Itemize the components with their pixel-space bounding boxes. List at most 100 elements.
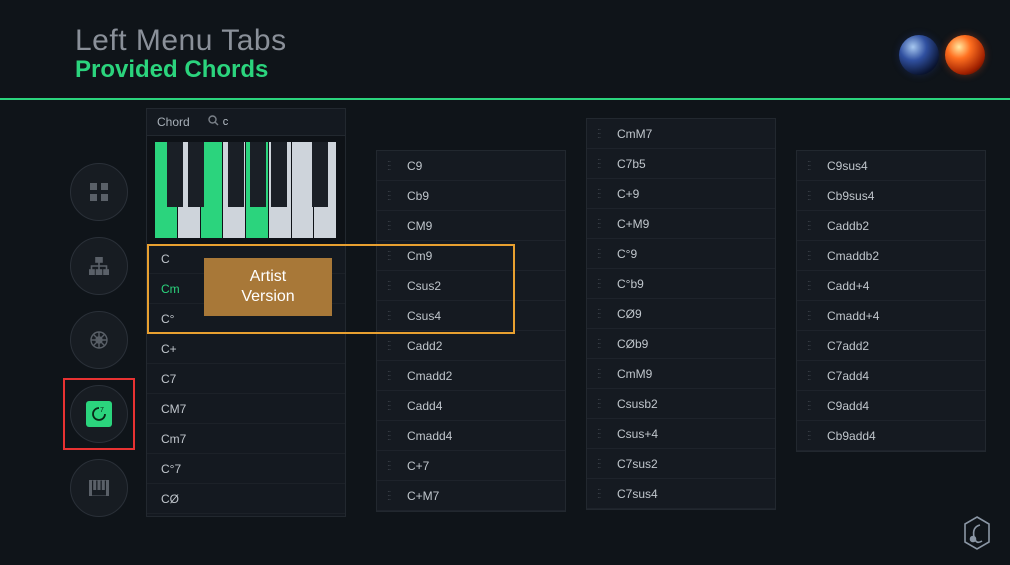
chord-item[interactable]: ······ Cmadd4 xyxy=(377,421,565,451)
chord-item[interactable]: ······CmM7 xyxy=(587,119,775,149)
chord-item[interactable]: ······C+7 xyxy=(377,451,565,481)
chord-label: C+M9 xyxy=(617,217,649,231)
chord-item[interactable]: CØ xyxy=(147,484,345,514)
chord-item[interactable]: ······Cmadd2 xyxy=(377,361,565,391)
drag-grip-icon: ······ xyxy=(807,190,817,202)
drag-grip-icon: ······ xyxy=(597,248,607,260)
piano-icon xyxy=(89,480,109,496)
chord-item[interactable]: ······Csus+4 xyxy=(587,419,775,449)
drag-grip-icon: ······ xyxy=(807,430,817,442)
left-icon-sidebar: 7 xyxy=(70,108,128,517)
chord-item[interactable]: ······Csus2 xyxy=(377,271,565,301)
chord-label: CØ9 xyxy=(617,307,642,321)
chord-item[interactable]: ······C+M7 xyxy=(377,481,565,511)
drag-grip-icon: ······ xyxy=(597,368,607,380)
search-input[interactable]: c xyxy=(223,116,229,128)
sidebar-wheel-button[interactable] xyxy=(70,311,128,369)
chord-item[interactable]: ······C+9 xyxy=(587,179,775,209)
drag-grip-icon: ······ xyxy=(807,310,817,322)
chord-label: Cadd4 xyxy=(407,399,442,413)
chord-item[interactable]: ······ C7sus4 xyxy=(587,479,775,509)
chord-item[interactable]: Cm xyxy=(147,274,345,304)
chord-item[interactable]: C7 xyxy=(147,364,345,394)
chord-item[interactable]: ······C9add4 xyxy=(797,391,985,421)
chord-item[interactable]: ······Cadd4 xyxy=(377,391,565,421)
chord-item[interactable]: ······Cmaddb2 xyxy=(797,241,985,271)
chord-label: Csus+4 xyxy=(617,427,658,441)
chord-item[interactable]: C°7 xyxy=(147,454,345,484)
drag-grip-icon: ······ xyxy=(597,158,607,170)
drag-grip-icon: ······ xyxy=(597,398,607,410)
header-divider xyxy=(0,98,1010,100)
sidebar-piano-button[interactable] xyxy=(70,459,128,517)
chord-item[interactable]: ······ CØ9 xyxy=(587,299,775,329)
chord-item[interactable]: ······C7sus2 xyxy=(587,449,775,479)
decorative-orbs xyxy=(899,35,985,75)
chord-item[interactable]: ······C9sus4 xyxy=(797,151,985,181)
chord-item[interactable]: ······Cadd2 xyxy=(377,331,565,361)
piano-black-key xyxy=(167,142,183,207)
chord-item[interactable]: Cm7 xyxy=(147,424,345,454)
chord-item[interactable]: ······ C7add4 xyxy=(797,361,985,391)
drag-grip-icon: ······ xyxy=(597,488,607,500)
chord-item[interactable]: ······Csus4 xyxy=(377,301,565,331)
piano-black-key xyxy=(228,142,244,207)
chord-label: Cadd2 xyxy=(407,339,442,353)
drag-grip-icon: ······ xyxy=(387,460,397,472)
chord-item[interactable]: CM7 xyxy=(147,394,345,424)
grid-icon xyxy=(90,183,108,201)
chord-label: Cadd+4 xyxy=(827,279,869,293)
chord-item[interactable]: ······C°9 xyxy=(587,239,775,269)
chord-label: Cmadd4 xyxy=(407,429,452,443)
chord-label: CM9 xyxy=(407,219,432,233)
chord-item[interactable]: ······C7add2 xyxy=(797,331,985,361)
chord-item[interactable]: ······CØb9 xyxy=(587,329,775,359)
piano-black-key xyxy=(312,142,328,207)
chord-item[interactable]: ······Caddb2 xyxy=(797,211,985,241)
chord-label: C9sus4 xyxy=(827,159,868,173)
hierarchy-icon xyxy=(89,257,109,275)
chord-item[interactable]: ······ Cb9sus4 xyxy=(797,181,985,211)
chord-item[interactable]: ······Cadd+4 xyxy=(797,271,985,301)
chord-label: Cb9sus4 xyxy=(827,189,874,203)
drag-grip-icon: ······ xyxy=(807,370,817,382)
chord-panel-header: Chord c xyxy=(147,109,345,136)
sidebar-hierarchy-button[interactable] xyxy=(70,237,128,295)
chord-item[interactable]: ······Cm9 xyxy=(377,241,565,271)
chord-item[interactable]: ······C9 xyxy=(377,151,565,181)
chord-label: C7sus2 xyxy=(617,457,658,471)
chord-label: C7sus4 xyxy=(617,487,658,501)
chord-item[interactable]: ······Cb9add4 xyxy=(797,421,985,451)
chord-item[interactable]: ······C°b9 xyxy=(587,269,775,299)
chord-item[interactable]: ······C+M9 xyxy=(587,209,775,239)
chord-item[interactable]: C+ xyxy=(147,334,345,364)
chord-label: C7add4 xyxy=(827,369,869,383)
drag-grip-icon: ······ xyxy=(387,190,397,202)
chord-label: Cmadd+4 xyxy=(827,309,879,323)
chord-item[interactable]: C° xyxy=(147,304,345,334)
drag-grip-icon: ······ xyxy=(597,308,607,320)
sidebar-chord-button[interactable]: 7 xyxy=(70,385,128,443)
chord-label: Caddb2 xyxy=(827,219,869,233)
sidebar-grid-button[interactable] xyxy=(70,163,128,221)
page-subtitle: Provided Chords xyxy=(75,56,1010,84)
chord-label: C9 xyxy=(407,159,422,173)
chord-item[interactable]: ······ Cb9 xyxy=(377,181,565,211)
chord-column-4: ······C9sus4······Cb9sus4······Caddb2···… xyxy=(796,150,986,517)
chord-item[interactable]: ······Csusb2 xyxy=(587,389,775,419)
drag-grip-icon: ······ xyxy=(597,188,607,200)
chord-item[interactable]: ······C7b5 xyxy=(587,149,775,179)
drag-grip-icon: ······ xyxy=(387,430,397,442)
chord-item[interactable]: ······ Cmadd+4 xyxy=(797,301,985,331)
drag-grip-icon: ······ xyxy=(597,338,607,350)
drag-grip-icon: ······ xyxy=(387,220,397,232)
piano-black-key xyxy=(188,142,204,207)
highlight-box-red xyxy=(63,378,135,450)
chord-item[interactable]: ······ CM9 xyxy=(377,211,565,241)
app-logo-icon xyxy=(962,515,992,551)
chord-item[interactable]: ······CmM9 xyxy=(587,359,775,389)
search-icon[interactable] xyxy=(208,115,219,129)
chord-item[interactable]: C xyxy=(147,244,345,274)
chord-label: Cb9 xyxy=(407,189,429,203)
chord-label: C+M7 xyxy=(407,489,439,503)
